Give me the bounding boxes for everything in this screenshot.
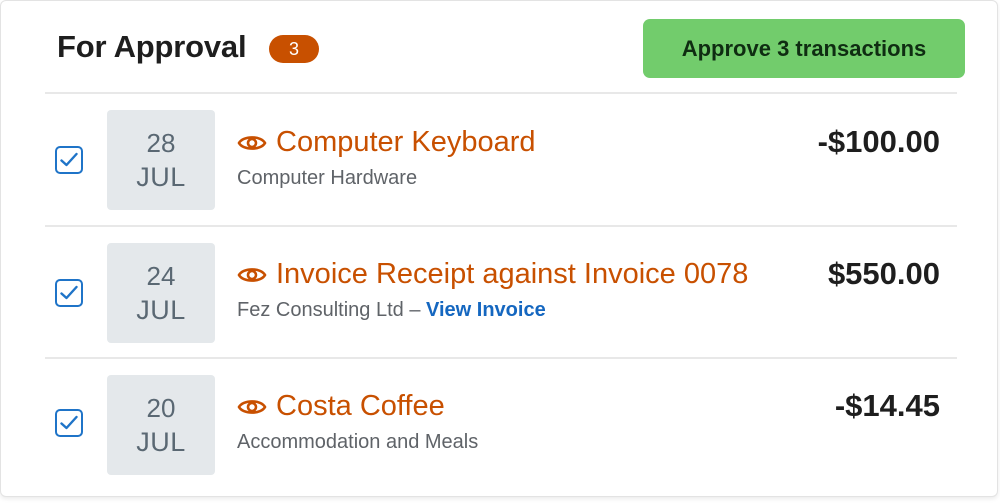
- transaction-row: 24 JUL Invoice Receipt against Invoice 0…: [1, 227, 997, 359]
- transaction-category: Computer Hardware: [237, 167, 418, 189]
- transaction-title[interactable]: Computer Keyboard: [276, 126, 536, 159]
- approve-transactions-button[interactable]: Approve 3 transactions: [643, 19, 965, 78]
- transaction-amount: -$14.45: [834, 388, 940, 423]
- checkmark-icon: [60, 152, 78, 167]
- transaction-title[interactable]: Costa Coffee: [276, 390, 445, 423]
- transaction-checkbox[interactable]: [55, 279, 83, 307]
- transaction-category: Accommodation and Meals: [237, 431, 479, 453]
- date-day: 20: [146, 393, 176, 423]
- transaction-category: Fez Consulting Ltd – View Invoice: [237, 299, 546, 322]
- date-month: JUL: [136, 295, 186, 325]
- card-header: For Approval 3 Approve 3 transactions: [1, 1, 997, 93]
- date-box: 28 JUL: [107, 110, 215, 210]
- date-day: 28: [146, 128, 176, 158]
- page-title: For Approval: [57, 29, 247, 64]
- vendor-name: Fez Consulting Ltd –: [237, 299, 421, 321]
- date-month: JUL: [136, 162, 186, 192]
- transaction-title[interactable]: Invoice Receipt against Invoice 0078: [276, 258, 748, 291]
- date-box: 20 JUL: [107, 375, 215, 475]
- transaction-amount: -$100.00: [817, 124, 940, 159]
- approval-card: For Approval 3 Approve 3 transactions 28…: [0, 0, 998, 497]
- transaction-row: 28 JUL Computer Keyboard Computer Hardwa…: [1, 94, 997, 226]
- date-box: 24 JUL: [107, 243, 215, 343]
- count-badge: 3: [269, 35, 319, 63]
- view-invoice-link[interactable]: View Invoice: [426, 299, 546, 321]
- eye-icon[interactable]: [237, 132, 267, 154]
- transaction-checkbox[interactable]: [55, 146, 83, 174]
- date-month: JUL: [136, 427, 186, 457]
- checkmark-icon: [60, 415, 78, 430]
- eye-icon[interactable]: [237, 396, 267, 418]
- transaction-amount: $550.00: [827, 256, 940, 291]
- eye-icon[interactable]: [237, 264, 267, 286]
- date-day: 24: [146, 261, 176, 291]
- checkmark-icon: [60, 285, 78, 300]
- transaction-checkbox[interactable]: [55, 409, 83, 437]
- transaction-row: 20 JUL Costa Coffee Accommodation and Me…: [1, 359, 997, 491]
